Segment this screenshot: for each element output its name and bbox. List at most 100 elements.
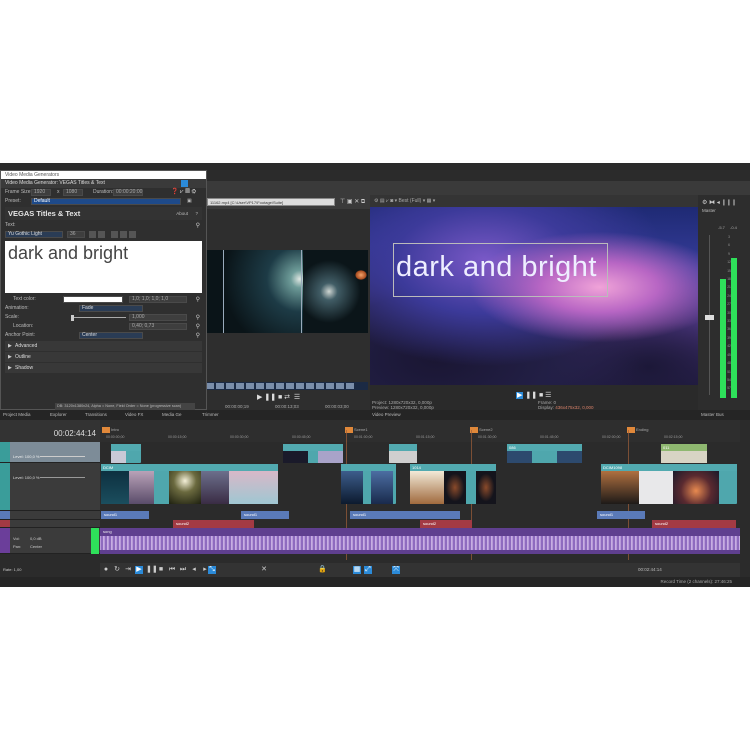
play-from-start-button[interactable]: ⇥ — [124, 566, 132, 574]
audio-clip[interactable]: sound1 — [241, 511, 289, 519]
audio-clip-song[interactable]: song — [100, 528, 740, 554]
tab-trimmer[interactable]: Trimmer — [202, 411, 219, 419]
master-fader[interactable] — [705, 315, 714, 320]
animation-label: Animation: — [5, 305, 29, 311]
track-color-bar[interactable] — [0, 511, 10, 519]
prev-frame-button[interactable]: ◂ — [190, 566, 198, 574]
trimmer-path-dropdown[interactable]: 11162.mp4 [C:\User\VP17\Footage\Suite] — [207, 198, 335, 206]
meter-right — [731, 257, 737, 398]
keyframe-pin-icon[interactable]: ⚲ — [196, 332, 200, 341]
vmg-view-toggle[interactable] — [181, 180, 188, 187]
audio-clip[interactable]: sound1 — [350, 511, 460, 519]
preview-image[interactable]: dark and bright — [370, 207, 698, 385]
audio-clip[interactable]: sound2 — [173, 520, 254, 528]
ruler-tick-label: 00:01:45;00 — [540, 435, 559, 439]
section-shadow[interactable]: Shadow — [5, 363, 202, 373]
align-center-button[interactable] — [120, 231, 127, 238]
frame-width-input[interactable]: 1920 — [31, 189, 51, 196]
record-time: Record Time (2 channels): 27:46:25 — [660, 579, 732, 584]
tab-video-fx[interactable]: Video FX — [125, 411, 143, 419]
preview-settings-icon[interactable]: ⚙ ▤ ⩗ ◙ ▾ — [374, 198, 399, 204]
trimmer-transport[interactable]: ▶ ❚❚ ■ ⇄ ☰ — [257, 393, 300, 401]
meter-scale-tick: 6 — [728, 243, 730, 248]
audio-clip[interactable]: sound2 — [652, 520, 736, 528]
track-color-bar[interactable] — [0, 520, 10, 527]
meter-scale-tick: 48 — [727, 361, 731, 366]
clip-label[interactable]: 1014 — [410, 464, 496, 471]
scale-slider-track[interactable] — [71, 317, 126, 318]
preset-dropdown[interactable]: Default — [31, 198, 181, 205]
vmg-tools-icons[interactable]: ❓ ⩗ ▤ ⚙ — [171, 188, 196, 197]
clip-label[interactable]: 086 — [507, 444, 582, 451]
anchor-label: Anchor Point: — [5, 332, 36, 338]
clip-label[interactable]: DCIM — [101, 464, 278, 471]
help-button[interactable]: ? — [195, 207, 198, 220]
audio-clip[interactable]: sound1 — [101, 511, 149, 519]
tab-video-preview[interactable]: Video Preview — [372, 411, 401, 419]
font-size-dropdown[interactable]: 36 — [67, 231, 85, 238]
vol-value: 0,0 dB — [30, 536, 42, 541]
play-button[interactable]: ▶ — [135, 566, 143, 574]
about-button[interactable]: About — [176, 207, 188, 220]
scale-slider-thumb[interactable] — [70, 315, 74, 321]
lock-button[interactable]: 🔒 — [318, 566, 327, 574]
save-preset-icon[interactable]: ▣ — [187, 197, 192, 206]
track-color-bar[interactable] — [0, 528, 10, 553]
preview-transport[interactable]: ▶ ❚❚ ■ ☰ — [516, 391, 551, 399]
duration-input[interactable]: 00:00:20:00 — [113, 189, 143, 196]
stop-button[interactable]: ■ — [157, 566, 165, 574]
trimmer-filmstrip[interactable] — [205, 382, 368, 390]
level-slider[interactable] — [40, 456, 85, 457]
preview-overlay-icon[interactable]: ▾ ▦ ▾ — [423, 198, 436, 204]
anchor-dropdown[interactable]: Center — [79, 332, 143, 339]
go-to-end-button[interactable]: ⏭ — [179, 566, 187, 574]
trim-out-line[interactable] — [301, 250, 302, 333]
pause-button[interactable]: ❚❚ — [146, 566, 158, 574]
delete-button[interactable]: ✕ — [260, 566, 268, 574]
auto-ripple-button[interactable]: ▦ — [353, 566, 361, 574]
bold-button[interactable] — [89, 231, 96, 238]
align-right-button[interactable] — [129, 231, 136, 238]
text-color-value[interactable]: 1,0; 1,0; 1,0; 1,0 — [129, 296, 187, 303]
preview-quality-dropdown[interactable]: Best (Full) — [399, 198, 422, 204]
location-input[interactable]: 0,40; 0,73 — [129, 323, 187, 330]
italic-button[interactable] — [98, 231, 105, 238]
clip-label[interactable]: DCIM1098 — [601, 464, 737, 471]
tab-transitions[interactable]: Transitions — [85, 411, 107, 419]
trimmer-toolbar-icons[interactable]: ⊤ ▣ ✕ ⧉ — [340, 198, 365, 206]
tab-project-media[interactable]: Project Media — [3, 411, 31, 419]
font-dropdown[interactable]: Yu Gothic Light — [5, 231, 63, 238]
section-outline[interactable]: Outline — [5, 352, 202, 362]
audio-clip[interactable]: sound2 — [420, 520, 472, 528]
snapping-button[interactable]: ⤢ — [364, 566, 372, 574]
meter-scale-tick: 30 — [727, 310, 731, 315]
clip-label[interactable]: 011 — [661, 444, 707, 451]
record-button[interactable]: ● — [102, 566, 110, 574]
go-to-start-button[interactable]: ⏮ — [168, 566, 176, 574]
normal-edit-tool[interactable]: ⤡ — [208, 566, 216, 574]
track-color-bar[interactable] — [0, 463, 10, 510]
master-toolbar[interactable]: ⚙ ⧓ ◂ ❙❙❙ — [702, 199, 736, 206]
play-button[interactable]: ▶ — [516, 392, 524, 399]
trimmer-frame-image-2[interactable] — [303, 250, 368, 333]
tab-explorer[interactable]: Explorer — [50, 411, 67, 419]
level-slider[interactable] — [40, 477, 85, 478]
text-editor[interactable]: dark and bright — [5, 241, 202, 293]
marker-flag[interactable] — [102, 427, 110, 433]
timeline-ruler[interactable]: Intro Scene1 Scene2 Ending 00:00:00;00 00… — [100, 420, 740, 442]
scale-input[interactable]: 1,000 — [129, 314, 187, 321]
align-left-button[interactable] — [111, 231, 118, 238]
trim-in-line[interactable] — [223, 250, 224, 333]
selection-tool[interactable]: ⤧ — [392, 566, 400, 574]
track-header-audio-3: Vol: 0,0 dB Pan: Center — [0, 528, 100, 554]
section-advanced[interactable]: Advanced — [5, 341, 202, 351]
text-color-swatch[interactable] — [63, 296, 123, 303]
frame-height-input[interactable]: 1080 — [63, 189, 83, 196]
audio-clip[interactable]: sound1 — [597, 511, 645, 519]
tab-master-bus[interactable]: Master Bus — [701, 411, 724, 419]
loop-button[interactable]: ↻ — [113, 566, 121, 574]
animation-dropdown[interactable]: Fade — [79, 305, 143, 312]
track-color-bar[interactable] — [0, 442, 10, 462]
meter-scale-tick: 51 — [727, 369, 731, 374]
tab-media-generators[interactable]: Media Ge — [162, 411, 182, 419]
